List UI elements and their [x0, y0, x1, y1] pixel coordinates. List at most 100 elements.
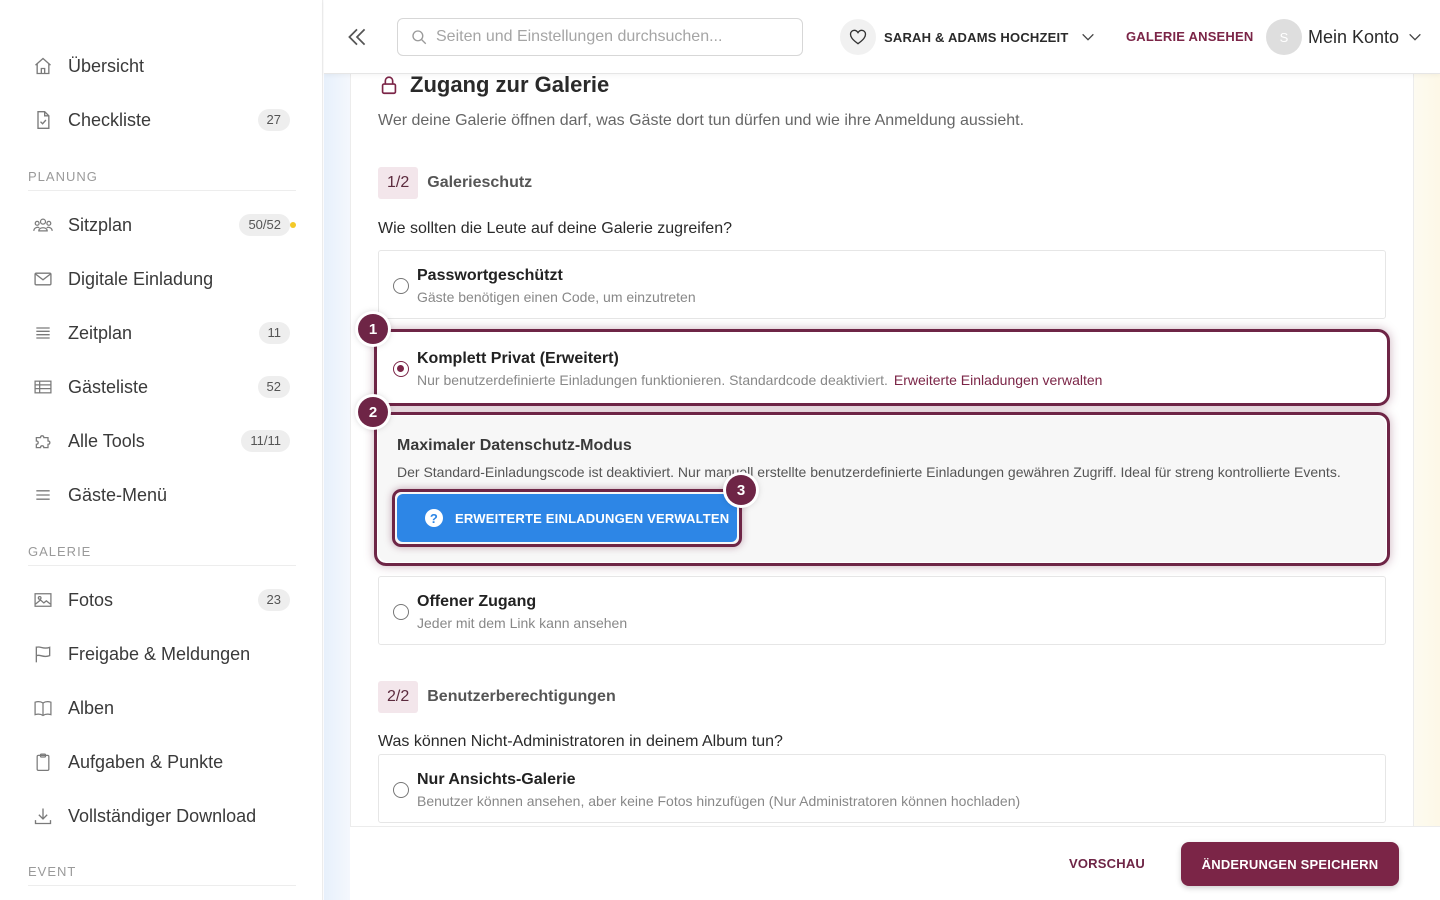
sidebar-item-sitzplan[interactable]: Sitzplan 50/52	[28, 203, 296, 247]
page-title: Zugang zur Galerie	[410, 72, 610, 97]
privacy-mode-title: Maximaler Datenschutz-Modus	[397, 437, 632, 454]
document-check-icon	[32, 109, 54, 131]
account-menu[interactable]: S Mein Konto	[1266, 19, 1423, 55]
count-badge: 11	[258, 322, 290, 344]
section-title: Zugang zur Galerie	[378, 72, 609, 98]
sidebar-item-checkliste[interactable]: Checkliste 27	[28, 98, 290, 142]
event-name: SARAH & ADAMS HOCHZEIT	[884, 29, 1069, 45]
chevron-down-icon	[1407, 29, 1423, 45]
search-icon	[410, 28, 428, 46]
step-galerieschutz: 1/2 Galerieschutz	[378, 167, 532, 199]
sidebar-item-label: Aufgaben & Punkte	[68, 751, 224, 772]
preview-button[interactable]: VORSCHAU	[1069, 856, 1145, 871]
step-benutzerberechtigungen: 2/2 Benutzerberechtigungen	[378, 681, 616, 713]
sidebar-item-vollstaendiger-download[interactable]: Vollständiger Download	[28, 794, 290, 838]
privacy-mode-description: Der Standard-Einladungscode ist deaktivi…	[397, 464, 1341, 480]
option-password-protected[interactable]: Passwortgeschützt Gäste benötigen einen …	[378, 250, 1386, 319]
topbar: SARAH & ADAMS HOCHZEIT GALERIE ANSEHEN S…	[324, 0, 1440, 74]
manage-advanced-invitations-button[interactable]: ? ERWEITERTE EINLADUNGEN VERWALTEN	[397, 494, 737, 542]
step-marker-1: 1	[358, 314, 388, 344]
home-icon	[32, 55, 54, 77]
people-icon	[32, 214, 54, 236]
sidebar-item-label: Vollständiger Download	[68, 805, 257, 826]
sidebar-item-label: Gästeliste	[68, 376, 149, 397]
step-title: Galerieschutz	[427, 174, 533, 191]
sidebar-item-alben[interactable]: Alben	[28, 686, 290, 730]
sidebar-item-fotos[interactable]: Fotos 23	[28, 578, 290, 622]
save-changes-button[interactable]: ÄNDERUNGEN SPEICHERN	[1181, 842, 1399, 886]
button-label: ERWEITERTE EINLADUNGEN VERWALTEN	[455, 510, 730, 526]
radio-fully-private[interactable]	[393, 361, 409, 377]
count-badge: 27	[257, 109, 290, 131]
option-subtitle-text: Nur benutzerdefinierte Einladungen funkt…	[417, 372, 888, 388]
option-title: Passwortgeschützt	[417, 267, 563, 284]
sidebar-item-label: Übersicht	[68, 55, 145, 76]
mail-icon	[32, 268, 54, 290]
question-access: Wie sollten die Leute auf deine Galerie …	[378, 220, 732, 237]
section-label-galerie: GALERIE	[28, 544, 296, 566]
option-subtitle: Jeder mit dem Link kann ansehen	[417, 615, 628, 631]
option-fully-private[interactable]: Komplett Privat (Erweitert) Nur benutzer…	[378, 333, 1386, 402]
step-title: Benutzerberechtigungen	[427, 688, 616, 705]
count-badge: 50/52	[239, 214, 290, 236]
sidebar: Übersicht Checkliste 27 PLANUNG Sitzplan…	[0, 0, 323, 900]
background-tint-left	[324, 74, 352, 900]
option-open-access[interactable]: Offener Zugang Jeder mit dem Link kann a…	[378, 576, 1386, 645]
menu-icon	[32, 484, 54, 506]
sidebar-item-label: Freigabe & Meldungen	[68, 643, 251, 664]
sidebar-item-zeitplan[interactable]: Zeitplan 11	[28, 311, 290, 355]
sidebar-item-digitale-einladung[interactable]: Digitale Einladung	[28, 257, 290, 301]
puzzle-icon	[32, 430, 54, 452]
option-subtitle: Nur benutzerdefinierte Einladungen funkt…	[417, 372, 1102, 388]
section-label-event: EVENT	[28, 864, 296, 886]
download-icon	[32, 805, 54, 827]
option-title: Komplett Privat (Erweitert)	[417, 350, 619, 367]
question-permissions: Was können Nicht-Administratoren in dein…	[378, 733, 783, 750]
sidebar-item-label: Alle Tools	[68, 430, 145, 451]
count-badge: 52	[257, 376, 290, 398]
manage-invitations-link[interactable]: Erweiterte Einladungen verwalten	[894, 372, 1103, 388]
help-icon: ?	[425, 509, 443, 527]
sidebar-item-label: Zeitplan	[68, 322, 133, 343]
sidebar-item-gaeste-menue[interactable]: Gäste-Menü	[28, 473, 290, 517]
sidebar-item-gaesteliste[interactable]: Gästeliste 52	[28, 365, 290, 409]
sidebar-item-label: Alben	[68, 697, 115, 718]
radio-view-only-gallery[interactable]	[393, 782, 409, 798]
sidebar-item-label: Gäste-Menü	[68, 484, 168, 505]
sidebar-item-uebersicht[interactable]: Übersicht	[28, 44, 290, 88]
image-icon	[32, 589, 54, 611]
table-icon	[32, 376, 54, 398]
event-selector[interactable]: SARAH & ADAMS HOCHZEIT	[840, 19, 1096, 55]
count-badge: 11/11	[241, 430, 290, 452]
sidebar-item-label: Sitzplan	[68, 214, 133, 235]
step-marker-3: 3	[726, 475, 756, 505]
sidebar-item-label: Digitale Einladung	[68, 268, 214, 289]
sidebar-item-aufgaben-punkte[interactable]: Aufgaben & Punkte	[28, 740, 290, 784]
radio-open-access[interactable]	[393, 604, 409, 620]
notification-dot	[290, 222, 296, 228]
heart-icon	[840, 19, 876, 55]
view-gallery-link[interactable]: GALERIE ANSEHEN	[1126, 29, 1253, 44]
section-description: Wer deine Galerie öffnen darf, was Gäste…	[378, 112, 1025, 129]
background-tint-right	[1412, 74, 1440, 900]
option-subtitle: Benutzer können ansehen, aber keine Foto…	[417, 793, 1021, 809]
lock-icon	[378, 74, 400, 96]
step-marker-2: 2	[358, 397, 388, 427]
avatar: S	[1266, 19, 1302, 55]
option-subtitle: Gäste benötigen einen Code, um einzutret…	[417, 289, 696, 305]
flag-icon	[32, 643, 54, 665]
sidebar-item-label: Fotos	[68, 589, 114, 610]
step-number: 1/2	[378, 167, 419, 199]
radio-password-protected[interactable]	[393, 278, 409, 294]
section-label-planung: PLANUNG	[28, 169, 296, 191]
sidebar-item-freigabe-meldungen[interactable]: Freigabe & Meldungen	[28, 632, 290, 676]
collapse-sidebar-button[interactable]	[344, 24, 370, 50]
sidebar-item-alle-tools[interactable]: Alle Tools 11/11	[28, 419, 290, 463]
account-label: Mein Konto	[1308, 26, 1400, 47]
search-box[interactable]	[397, 18, 803, 56]
list-icon	[32, 322, 54, 344]
search-input[interactable]	[436, 28, 776, 46]
double-chevron-left-icon	[348, 28, 366, 46]
clipboard-icon	[32, 751, 54, 773]
option-view-only-gallery[interactable]: Nur Ansichts-Galerie Benutzer können ans…	[378, 754, 1386, 823]
